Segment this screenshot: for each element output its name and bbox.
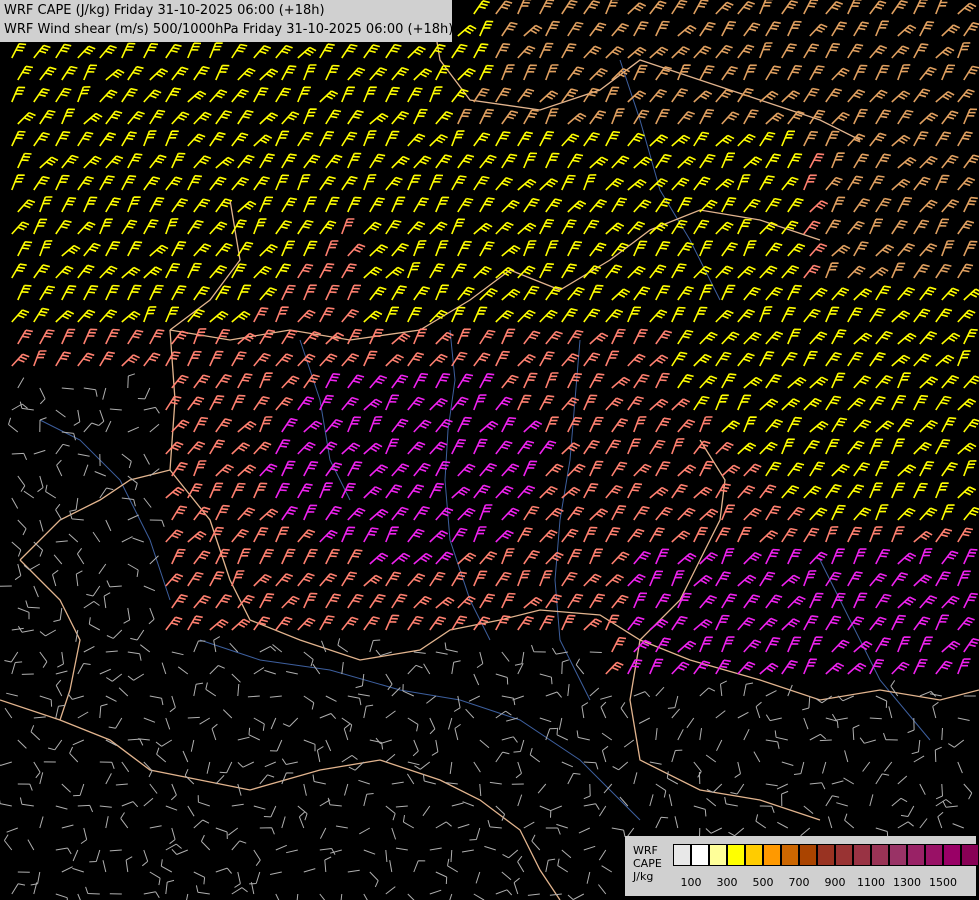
wind-barb	[187, 716, 200, 719]
wind-barb	[941, 727, 943, 741]
legend-swatch	[925, 844, 943, 866]
legend-swatch	[691, 844, 709, 866]
legend-swatch	[727, 844, 745, 866]
legend-swatch	[709, 844, 727, 866]
title-wind-shear: WRF Wind shear (m/s) 500/1000hPa Friday …	[4, 22, 454, 37]
legend-label-wrf: WRF	[633, 844, 658, 857]
legend-swatch	[745, 844, 763, 866]
legend-color-bar	[673, 844, 979, 868]
legend-swatch	[943, 844, 961, 866]
title-cape: WRF CAPE (J/kg) Friday 31-10-2025 06:00 …	[4, 3, 325, 18]
legend-tick-label: 900	[824, 876, 846, 889]
wind-barb	[819, 739, 832, 742]
legend-swatch	[835, 844, 853, 866]
map-title-box: WRF CAPE (J/kg) Friday 31-10-2025 06:00 …	[0, 0, 454, 42]
legend-tick-label: 1300	[893, 876, 921, 889]
cape-shear-map	[0, 0, 979, 900]
legend-swatch	[763, 844, 781, 866]
legend-swatch	[961, 844, 979, 866]
cape-legend: WRF CAPE J/kg 100 300 500 700 900 1100 1300 150…	[625, 836, 979, 896]
legend-tick-label: 700	[788, 876, 810, 889]
legend-swatch	[889, 844, 907, 866]
legend-tick-label: 100	[680, 876, 702, 889]
legend-tick-label: 300	[716, 876, 738, 889]
legend-swatch	[817, 844, 835, 866]
legend-swatch	[799, 844, 817, 866]
legend-tick-label: 1500	[929, 876, 957, 889]
legend-swatch	[871, 844, 889, 866]
legend-swatch	[673, 844, 691, 866]
legend-swatch	[781, 844, 799, 866]
legend-tick-label: 1100	[857, 876, 885, 889]
legend-label-cape: CAPE	[633, 857, 662, 870]
legend-tick-label: 500	[752, 876, 774, 889]
wind-barb	[589, 651, 602, 653]
legend-swatch	[907, 844, 925, 866]
legend-ticks: 100 300 500 700 900 1100 1300 1500	[625, 876, 976, 890]
legend-swatch	[853, 844, 871, 866]
